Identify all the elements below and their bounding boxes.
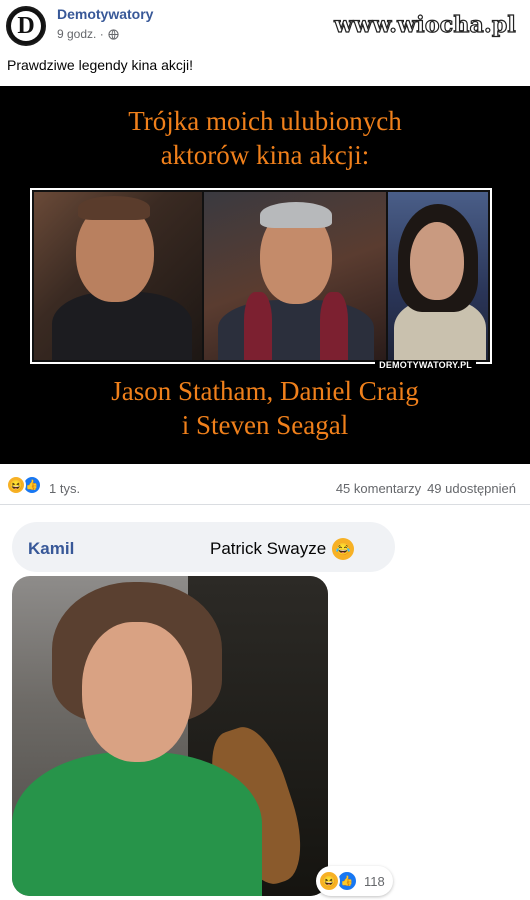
demotivator-title-line2: aktorów kina akcji: [160,140,370,170]
comments-count[interactable]: 45 komentarzy [336,481,421,496]
comment-bubble: Kamil Patrick Swayze 😂 [12,522,395,572]
demotivator-image[interactable]: Trójka moich ulubionych aktorów kina akc… [0,86,530,464]
avatar-letter: D [11,11,41,41]
demotivator-site-label: DEMOTYWATORY.PL [375,360,476,370]
comment-author[interactable]: Kamil [28,539,74,559]
watermark: www.wiocha.pl [334,11,517,38]
comment-text-content: Patrick Swayze [210,539,327,558]
comment-photo[interactable] [12,576,328,896]
demotivator-caption-line1: Jason Statham, Daniel Craig [111,376,419,406]
post-text: Prawdziwe legendy kina akcji! [7,57,193,73]
divider [0,504,530,505]
demotivator-title: Trójka moich ulubionych aktorów kina akc… [0,104,530,172]
shares-count[interactable]: 49 udostępnień [427,481,516,496]
actor-photo-3 [388,192,488,360]
demotivator-title-line1: Trójka moich ulubionych [128,106,402,136]
page-avatar[interactable]: D [6,6,46,46]
comment-text: Patrick Swayze 😂 [210,538,355,560]
reactions-bar: 😆 👍 1 tys. 45 komentarzy 49 udostępnień [0,470,530,504]
post-stats: 45 komentarzy 49 udostępnień [336,481,516,496]
haha-icon: 😆 [318,870,340,892]
haha-icon: 😆 [6,475,26,495]
post-header: D Demotywatory 9 godz. · www.wiocha.pl [0,0,530,48]
demotivator-caption: Jason Statham, Daniel Craig i Steven Sea… [0,374,530,442]
page-name-link[interactable]: Demotywatory [57,6,153,22]
reaction-icons[interactable]: 😆 👍 [6,475,42,495]
comment-reaction-count: 118 [364,873,385,889]
post-time[interactable]: 9 godz. · [57,27,104,41]
comment-reactions[interactable]: 😆 👍 118 [316,866,393,896]
actor-photo-1 [34,192,202,360]
post-meta: 9 godz. · [57,27,119,41]
reaction-count[interactable]: 1 tys. [49,481,80,496]
facebook-post: D Demotywatory 9 godz. · www.wiocha.pl P… [0,0,530,900]
demotivator-caption-line2: i Steven Seagal [181,410,349,440]
laughing-emoji-icon: 😂 [332,538,355,560]
actor-photo-2 [204,192,386,360]
demotivator-photo-frame: DEMOTYWATORY.PL [30,188,492,370]
globe-icon [108,28,119,40]
